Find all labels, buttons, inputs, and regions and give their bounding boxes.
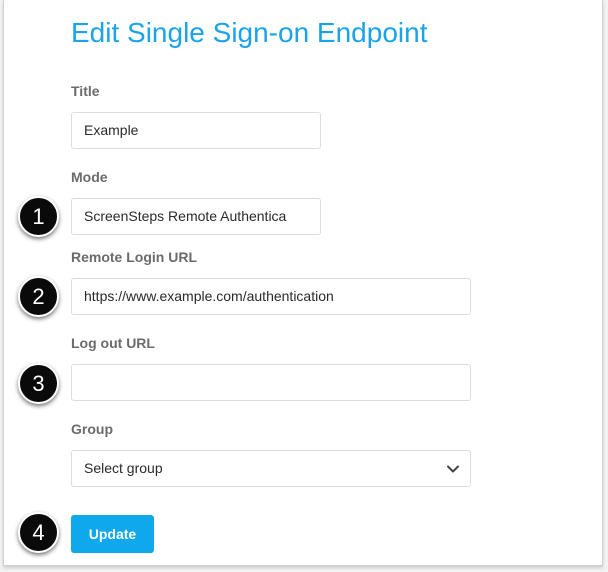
mode-input[interactable]: ScreenSteps Remote Authentica — [71, 198, 321, 235]
callout-badge-2: 2 — [18, 276, 59, 317]
callout-badge-3: 3 — [18, 363, 59, 404]
logout-url-input[interactable] — [71, 364, 471, 401]
chevron-down-icon — [447, 465, 459, 473]
title-input[interactable]: Example — [71, 112, 321, 149]
group-label: Group — [71, 421, 113, 437]
group-select-value: Select group — [84, 460, 163, 476]
remote-login-url-label: Remote Login URL — [71, 249, 197, 265]
callout-badge-4: 4 — [18, 512, 59, 553]
page-title: Edit Single Sign-on Endpoint — [71, 17, 428, 48]
group-select[interactable]: Select group — [71, 450, 471, 487]
mode-label: Mode — [71, 169, 108, 185]
remote-login-url-input[interactable]: https://www.example.com/authentication — [71, 278, 471, 315]
logout-url-label: Log out URL — [71, 335, 155, 351]
update-button[interactable]: Update — [71, 515, 154, 553]
callout-badge-1: 1 — [18, 196, 59, 237]
title-label: Title — [71, 83, 100, 99]
